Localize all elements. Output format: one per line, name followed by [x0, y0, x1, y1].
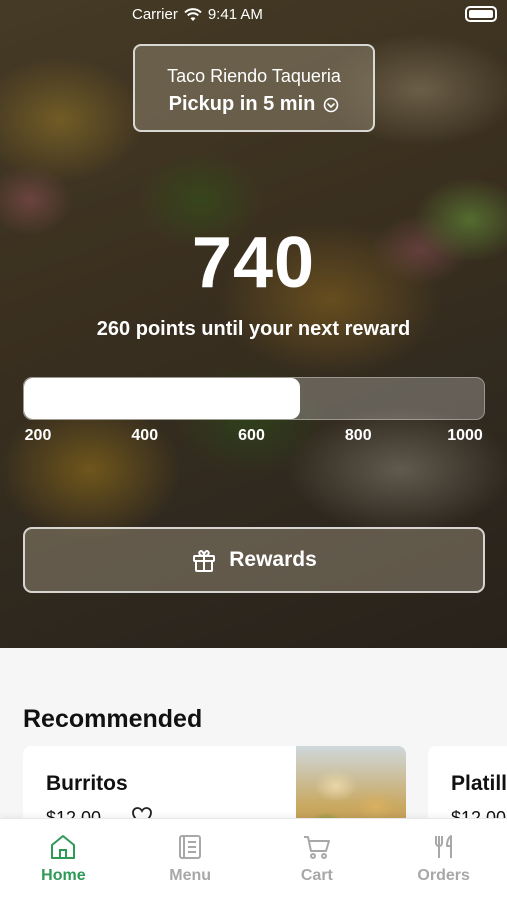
rewards-progress-bar	[23, 377, 485, 420]
tab-orders[interactable]: Orders	[380, 819, 507, 900]
section-title: Recommended	[23, 705, 203, 733]
status-time: 9:41 AM	[207, 6, 263, 23]
battery-icon	[465, 6, 497, 22]
tab-menu[interactable]: Menu	[127, 819, 254, 900]
tab-label: Cart	[300, 867, 333, 884]
rewards-button[interactable]: Rewards	[23, 527, 485, 593]
tab-label: Menu	[169, 867, 212, 884]
tab-bar: Home Menu Cart Orders	[0, 818, 507, 900]
rewards-button-label: Rewards	[229, 548, 317, 571]
points-remaining: 260 points until your next reward	[96, 318, 411, 340]
wifi-icon	[184, 7, 202, 21]
progress-tick-label: 400	[131, 427, 159, 444]
tab-cart[interactable]: Cart	[254, 819, 381, 900]
status-bar: Carrier 9:41 AM	[0, 0, 507, 30]
menu-item-name: Platillos	[451, 772, 507, 795]
fork-knife-icon	[434, 835, 452, 858]
progress-tick-label: 200	[24, 427, 52, 444]
tab-home[interactable]: Home	[0, 819, 127, 900]
pickup-time: Pickup in 5 min	[168, 93, 316, 115]
progress-fill	[24, 378, 300, 419]
tab-label: Home	[41, 867, 86, 884]
points-total: 740	[191, 223, 316, 303]
carrier-label: Carrier	[132, 6, 178, 23]
chevron-down-circle-icon	[324, 97, 339, 112]
menu-icon	[179, 835, 202, 859]
menu-item-name: Burritos	[46, 772, 128, 795]
progress-tick-label: 600	[238, 427, 265, 444]
tab-label: Orders	[417, 867, 470, 884]
home-icon	[51, 835, 76, 859]
progress-tick-label: 800	[344, 427, 372, 444]
gift-icon	[193, 550, 216, 572]
progress-tick-label: 1000	[447, 427, 483, 444]
cart-icon	[303, 836, 330, 859]
store-selector[interactable]: Taco Riendo Taqueria Pickup in 5 min	[133, 44, 375, 132]
store-name: Taco Riendo Taqueria	[167, 66, 341, 86]
